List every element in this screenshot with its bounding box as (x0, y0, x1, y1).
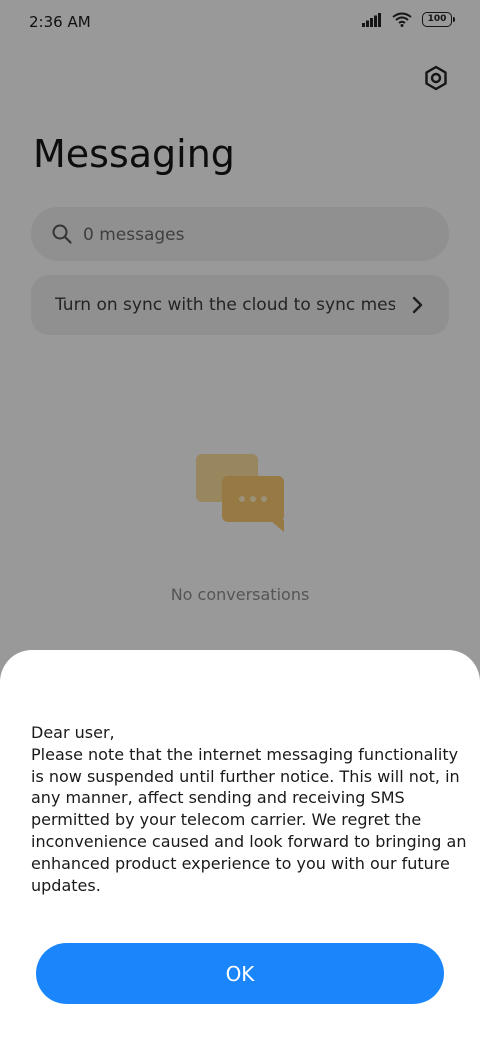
ok-button[interactable]: OK (36, 943, 444, 1004)
notice-dialog: Dear user, Please note that the internet… (0, 650, 480, 1040)
messaging-screen: 2:36 AM 100 Messaging 0 messages Turn on… (0, 0, 480, 1040)
dialog-message: Dear user, Please note that the internet… (31, 723, 467, 895)
